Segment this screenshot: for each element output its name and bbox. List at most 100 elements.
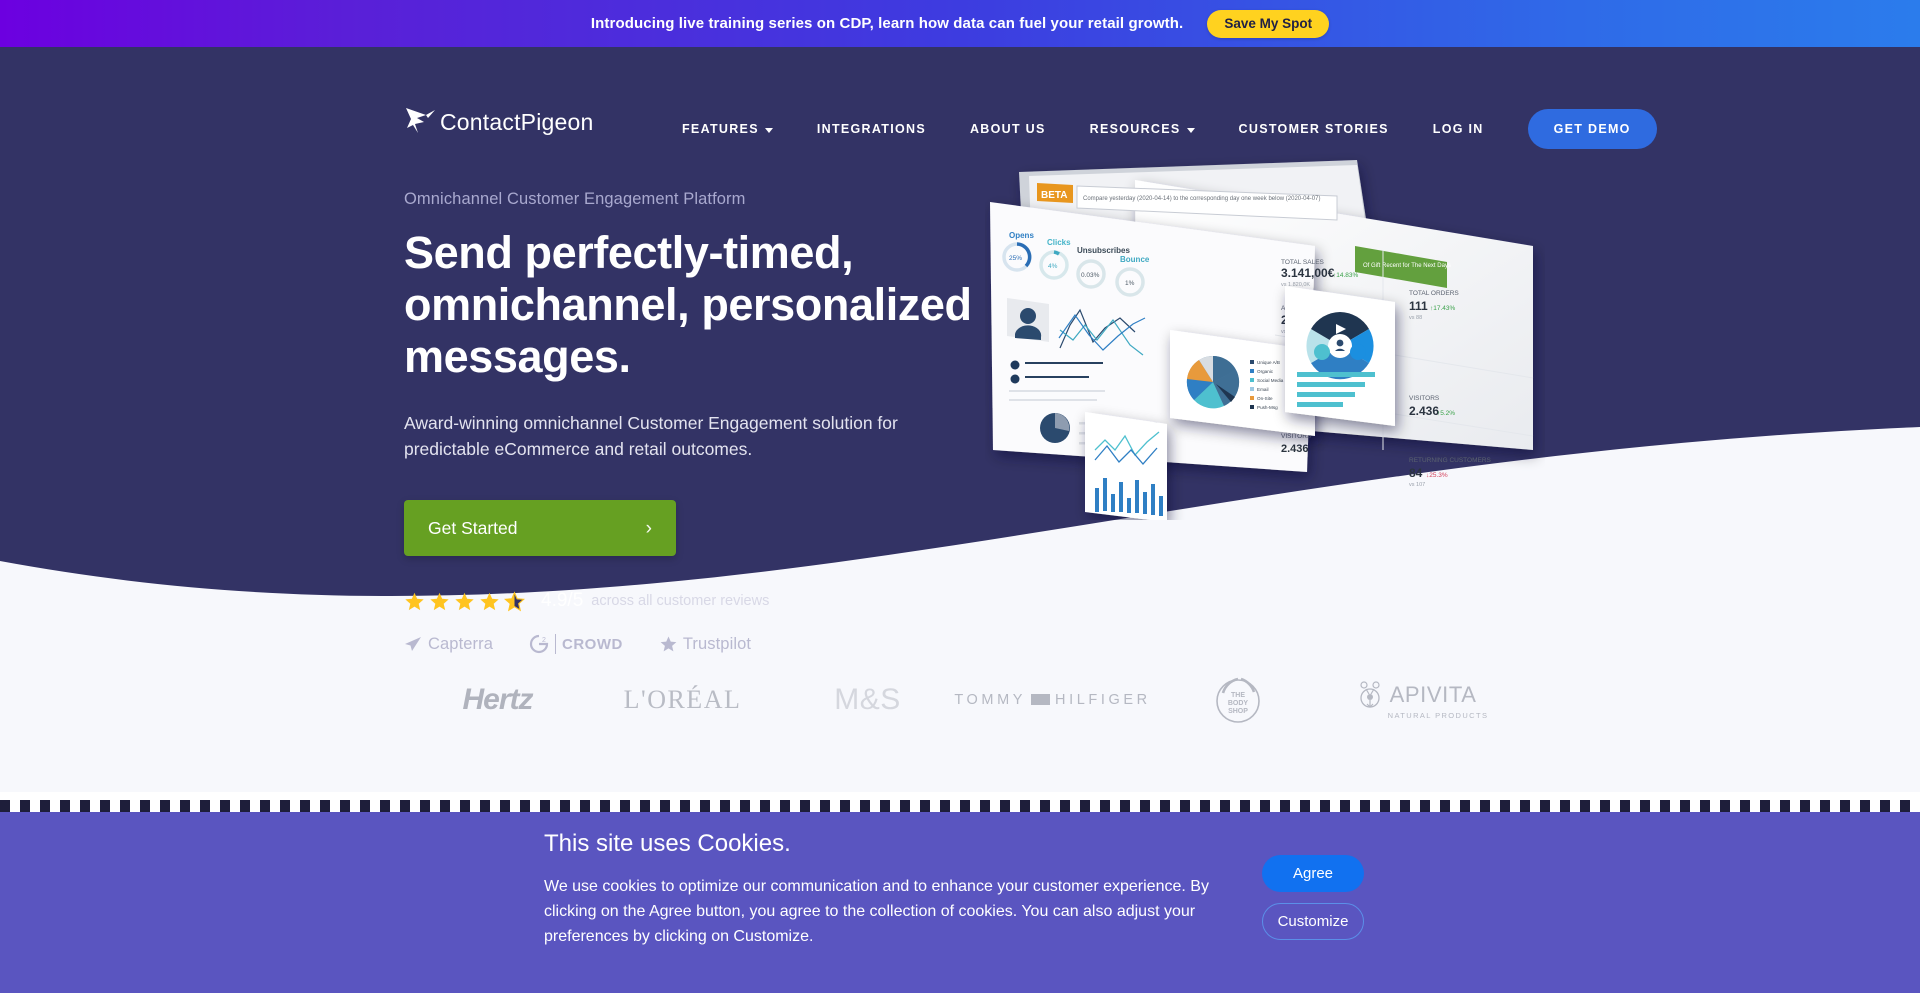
tommy-flag-icon <box>1031 694 1051 705</box>
svg-text:BETA: BETA <box>1041 190 1067 201</box>
svg-text:Compare yesterday (2020-04-14): Compare yesterday (2020-04-14) to the co… <box>1083 196 1320 202</box>
svg-text:TOTAL ORDERS: TOTAL ORDERS <box>1409 290 1459 297</box>
cookie-banner-body: We use cookies to optimize our communica… <box>544 878 1209 945</box>
svg-text:↑5.2%: ↑5.2% <box>1437 410 1455 417</box>
trustpilot-logo[interactable]: Trustpilot <box>659 635 751 654</box>
svg-text:↑14.83%: ↑14.83% <box>1333 272 1359 279</box>
brand-logo-ms: M&S <box>775 683 960 717</box>
svg-text:Clicks: Clicks <box>1047 238 1071 247</box>
chevron-right-icon: › <box>645 517 652 539</box>
review-platform-logos: Capterra 2 CROWD Trustpilot <box>404 634 1024 655</box>
svg-text:↓25.3%: ↓25.3% <box>1426 472 1448 479</box>
cookie-customize-button[interactable]: Customize <box>1262 903 1364 940</box>
nav-item-about-us[interactable]: ABOUT US <box>948 122 1068 136</box>
hero-subheadline: Award-winning omnichannel Customer Engag… <box>404 412 898 459</box>
svg-text:4%: 4% <box>1048 263 1058 270</box>
svg-text:0.03%: 0.03% <box>1081 272 1100 279</box>
ms-logo-text: M&S <box>834 682 901 716</box>
svg-text:RETURNING CUSTOMERS: RETURNING CUSTOMERS <box>1409 457 1492 464</box>
svg-text:2.436: 2.436 <box>1281 443 1309 455</box>
rating-score: 4.9/5 <box>541 590 584 612</box>
brand-logo-tommy-hilfiger: TOMMY HILFIGER <box>954 692 1147 708</box>
star-rating <box>404 590 525 612</box>
svg-text:3.141,00€: 3.141,00€ <box>1281 266 1335 280</box>
nav-item-integrations[interactable]: INTEGRATIONS <box>795 122 948 136</box>
svg-text:Unique A/B: Unique A/B <box>1257 360 1280 365</box>
rating-caption: across all customer reviews <box>591 593 770 610</box>
svg-text:2.436: 2.436 <box>1409 404 1439 418</box>
tommy-hilfiger-logo: TOMMY HILFIGER <box>954 692 1150 708</box>
apivita-logo: APIVITA NATURAL PRODUCTS <box>1357 680 1489 720</box>
chevron-down-icon <box>764 127 773 133</box>
nav-item-integrations-label: INTEGRATIONS <box>816 122 926 136</box>
g2-crowd-icon: 2 <box>529 634 549 654</box>
svg-text:Email: Email <box>1257 387 1269 392</box>
trustpilot-label: Trustpilot <box>682 634 752 653</box>
brand-logo-the-body-shop: THE BODY SHOP <box>1145 673 1330 727</box>
get-started-label: Get Started <box>428 517 518 538</box>
body-shop-logo-icon: THE BODY SHOP <box>1215 677 1260 723</box>
apivita-name: APIVITA <box>1389 681 1477 707</box>
svg-text:2: 2 <box>542 637 546 644</box>
svg-text:vs 88: vs 88 <box>1409 315 1422 321</box>
nav-item-customer-stories[interactable]: CUSTOMER STORIES <box>1217 122 1411 136</box>
get-demo-button[interactable]: GET DEMO <box>1527 109 1657 149</box>
svg-text:Of Gift Recent for The Next Da: Of Gift Recent for The Next Days <box>1363 263 1451 269</box>
cookie-banner-dashed-border <box>0 800 1920 812</box>
apivita-subtitle: NATURAL PRODUCTS <box>1387 710 1489 720</box>
g2-crowd-label: CROWD <box>562 635 623 653</box>
svg-text:TOTAL SALES: TOTAL SALES <box>1281 259 1325 266</box>
apivita-row: APIVITA <box>1357 680 1477 710</box>
nav-links: FEATURES INTEGRATIONS ABOUT US RESOURCES… <box>660 109 1657 149</box>
brand-logo-apivita: APIVITA NATURAL PRODUCTS <box>1330 680 1515 720</box>
svg-text:Unsubscribes: Unsubscribes <box>1077 246 1130 255</box>
svg-text:VISITORS: VISITORS <box>1409 395 1440 402</box>
trustpilot-star-icon <box>660 636 677 652</box>
svg-text:SHOP: SHOP <box>1228 708 1248 715</box>
capterra-label: Capterra <box>428 634 493 653</box>
cookie-banner-actions: Agree Customize <box>1262 855 1382 940</box>
dashboard-illustration: BETA Compare yesterday (2020-04-14) to t… <box>985 150 1545 522</box>
main-navigation: ContactPigeon FEATURES INTEGRATIONS ABOU… <box>0 47 1920 149</box>
capterra-logo[interactable]: Capterra <box>404 635 493 654</box>
star-icon <box>455 592 474 610</box>
brand-logo-loreal: L'ORÉAL <box>590 685 775 715</box>
capterra-arrow-icon <box>405 636 421 651</box>
get-started-button[interactable]: Get Started › <box>404 500 676 557</box>
svg-text:Organic: Organic <box>1257 369 1274 374</box>
apivita-bee-icon <box>1359 680 1380 708</box>
star-icon <box>480 592 499 610</box>
nav-item-customer-stories-label: CUSTOMER STORIES <box>1238 122 1389 136</box>
promo-banner-text: Introducing live training series on CDP,… <box>590 15 1184 32</box>
dashboard-illustration-svg: BETA Compare yesterday (2020-04-14) to t… <box>990 160 1534 522</box>
hilfiger-text: HILFIGER <box>1055 691 1151 708</box>
svg-text:BODY: BODY <box>1227 700 1248 707</box>
cookie-banner-title: This site uses Cookies. <box>544 830 791 857</box>
nav-item-resources[interactable]: RESOURCES <box>1068 122 1217 136</box>
hero-content: Omnichannel Customer Engagement Platform… <box>404 190 1024 655</box>
svg-text:vs 107: vs 107 <box>1409 482 1425 488</box>
nav-item-log-in[interactable]: LOG IN <box>1411 122 1506 136</box>
svg-text:84: 84 <box>1409 466 1423 480</box>
svg-text:111: 111 <box>1409 299 1428 313</box>
nav-item-about-us-label: ABOUT US <box>969 122 1046 136</box>
hero-headline: Send perfectly-timed, omnichannel, perso… <box>404 227 972 383</box>
svg-text:Bounce: Bounce <box>1120 255 1150 264</box>
svg-text:Social Media: Social Media <box>1257 378 1284 383</box>
cookie-agree-button[interactable]: Agree <box>1262 855 1364 892</box>
brand-logo-hertz: Hertz <box>405 683 590 717</box>
logo[interactable]: ContactPigeon <box>404 105 593 135</box>
rating-row: 4.9/5 across all customer reviews <box>404 590 1024 612</box>
svg-text:↑17.43%: ↑17.43% <box>1430 305 1456 312</box>
landing-page: Introducing live training series on CDP,… <box>0 0 1920 993</box>
hertz-logo-text: Hertz <box>462 682 533 716</box>
star-icon <box>405 592 424 610</box>
loreal-logo-text: L'ORÉAL <box>623 684 742 714</box>
nav-item-features[interactable]: FEATURES <box>660 122 795 136</box>
g2-crowd-logo[interactable]: 2 CROWD <box>529 634 623 655</box>
svg-text:1%: 1% <box>1125 280 1135 287</box>
pigeon-logo-icon <box>406 108 435 133</box>
nav-item-log-in-label: LOG IN <box>1432 122 1484 136</box>
star-icon <box>430 592 449 610</box>
save-my-spot-button[interactable]: Save My Spot <box>1207 9 1330 38</box>
